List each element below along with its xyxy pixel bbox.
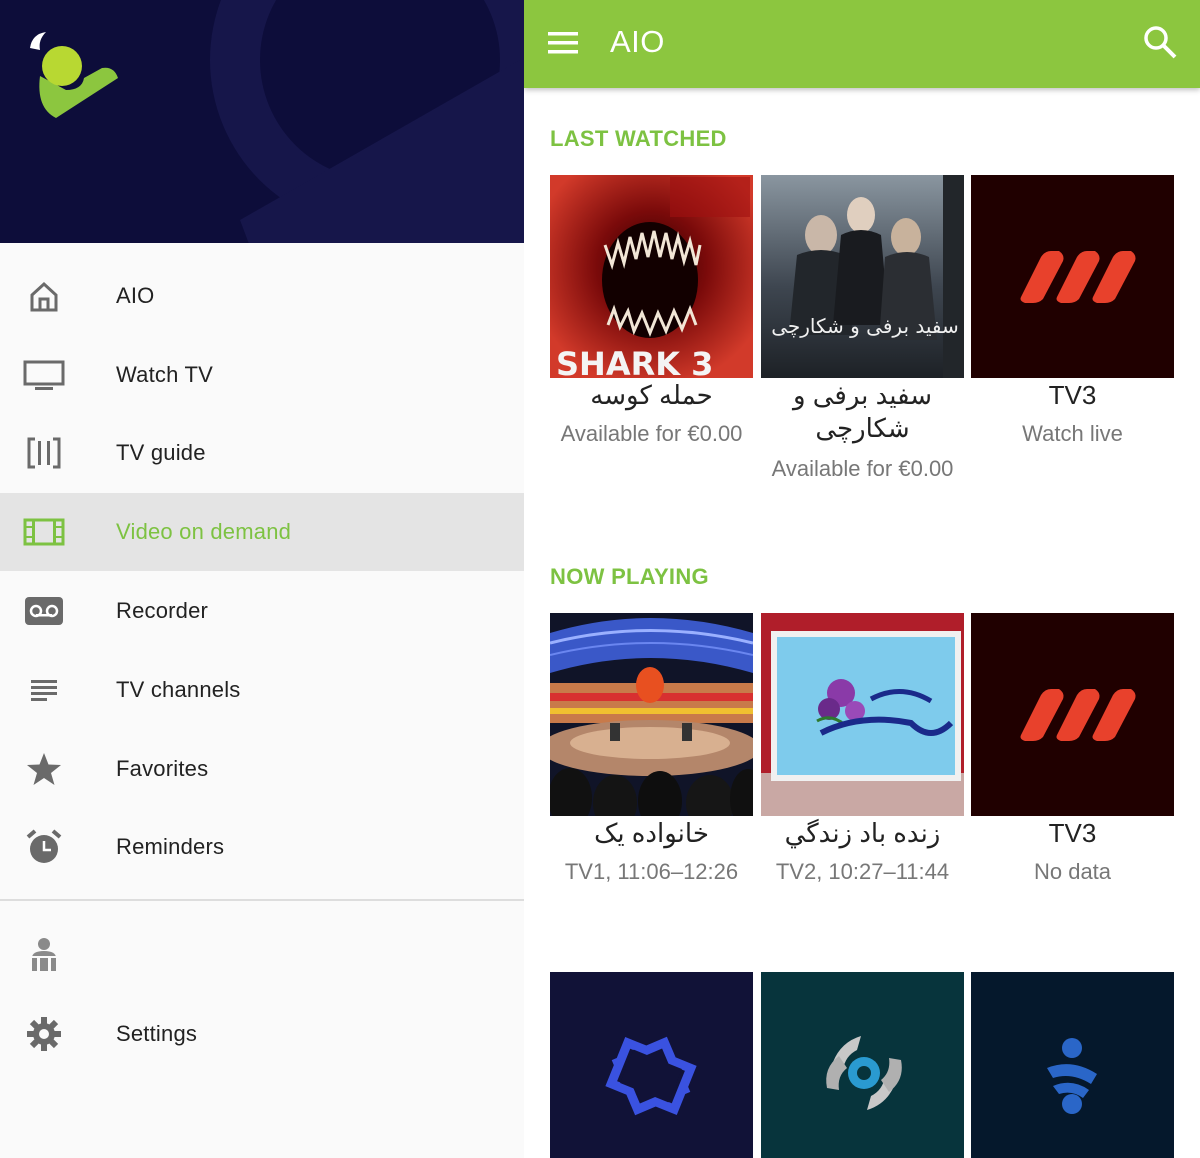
channel-logo-thumbnail — [971, 175, 1174, 378]
drawer-item-label: Video on demand — [116, 519, 292, 544]
user-icon — [22, 934, 66, 974]
drawer-item-label: Reminders — [116, 834, 225, 859]
drawer-item-label: Recorder — [116, 598, 209, 623]
drawer-item-recorder[interactable]: Recorder — [0, 572, 524, 650]
section-title-last-watched: LAST WATCHED — [550, 126, 727, 151]
card-subtitle: TV2, 10:27–11:44 — [775, 859, 950, 884]
card-title: سفید برفی و شکارچی — [792, 380, 933, 443]
drawer-item-label: Favorites — [116, 756, 209, 781]
drawer-item-favorites[interactable]: Favorites — [0, 730, 524, 808]
app-logo — [30, 32, 119, 118]
star-icon — [22, 749, 66, 789]
alarm-clock-icon — [22, 827, 66, 867]
main-content: AIO LAST WATCHED SHARK 3 حمله کوسه Avail… — [524, 0, 1200, 1158]
drawer-item-aio[interactable]: AIO — [0, 257, 524, 335]
navigation-drawer: AIO Watch TV TV guide Video on demand Re… — [0, 0, 524, 1158]
drawer-item-tv-channels[interactable]: TV channels — [0, 651, 524, 729]
search-icon[interactable] — [1142, 24, 1178, 60]
channel-logo-thumbnail — [971, 613, 1174, 816]
film-icon — [22, 512, 66, 552]
card-title: خانواده یک — [594, 818, 709, 848]
poster-thumbnail: سفید برفی و شکارچی — [761, 175, 964, 378]
app-bar: AIO — [524, 0, 1200, 88]
card-subtitle: Watch live — [1022, 421, 1123, 446]
program-thumbnail — [761, 613, 964, 816]
card-subtitle: TV1, 11:06–12:26 — [564, 859, 739, 884]
drawer-item-label: AIO — [116, 283, 155, 308]
gear-icon — [22, 1014, 66, 1054]
poster-thumbnail: SHARK 3 — [550, 175, 753, 378]
poster-text: سفید برفی و شکارچی — [771, 314, 959, 338]
card-subtitle: Available for €0.00 — [771, 456, 954, 481]
tv-icon — [22, 355, 66, 395]
drawer-item-label: TV channels — [116, 677, 241, 702]
drawer-item-label: TV guide — [116, 440, 206, 465]
drawer-header — [0, 0, 524, 243]
card-subtitle: No data — [1033, 859, 1112, 884]
card-title: حمله کوسه — [590, 380, 713, 410]
background-logo-watermark — [210, 0, 524, 243]
drawer-divider — [0, 899, 524, 901]
channel-logo-thumbnail — [971, 972, 1174, 1158]
drawer-item-settings[interactable]: Settings — [0, 995, 524, 1073]
drawer-item-watch-tv[interactable]: Watch TV — [0, 336, 524, 414]
card-title: زنده باد زندگي — [784, 818, 941, 848]
drawer-item-label: Watch TV — [116, 362, 213, 387]
channel-logo-thumbnail — [550, 972, 753, 1158]
app-bar-title: AIO — [610, 24, 665, 59]
drawer-item-profile[interactable] — [0, 915, 524, 993]
card-title: TV3 — [1048, 818, 1097, 848]
card-subtitle: Available for €0.00 — [560, 421, 743, 446]
drawer-item-video-on-demand[interactable]: Video on demand — [0, 493, 524, 571]
poster-text: SHARK 3 — [556, 345, 713, 378]
drawer-item-reminders[interactable]: Reminders — [0, 808, 524, 886]
program-thumbnail — [550, 613, 753, 816]
section-title-now-playing: NOW PLAYING — [550, 564, 709, 589]
menu-icon[interactable] — [546, 28, 580, 58]
tv-guide-icon — [22, 433, 66, 473]
card-title: TV3 — [1048, 380, 1097, 410]
drawer-item-label: Settings — [116, 1021, 198, 1046]
list-icon — [22, 670, 66, 710]
voicemail-icon — [22, 591, 66, 631]
channel-logo-thumbnail — [761, 972, 964, 1158]
drawer-item-tv-guide[interactable]: TV guide — [0, 414, 524, 492]
home-icon — [22, 276, 66, 316]
